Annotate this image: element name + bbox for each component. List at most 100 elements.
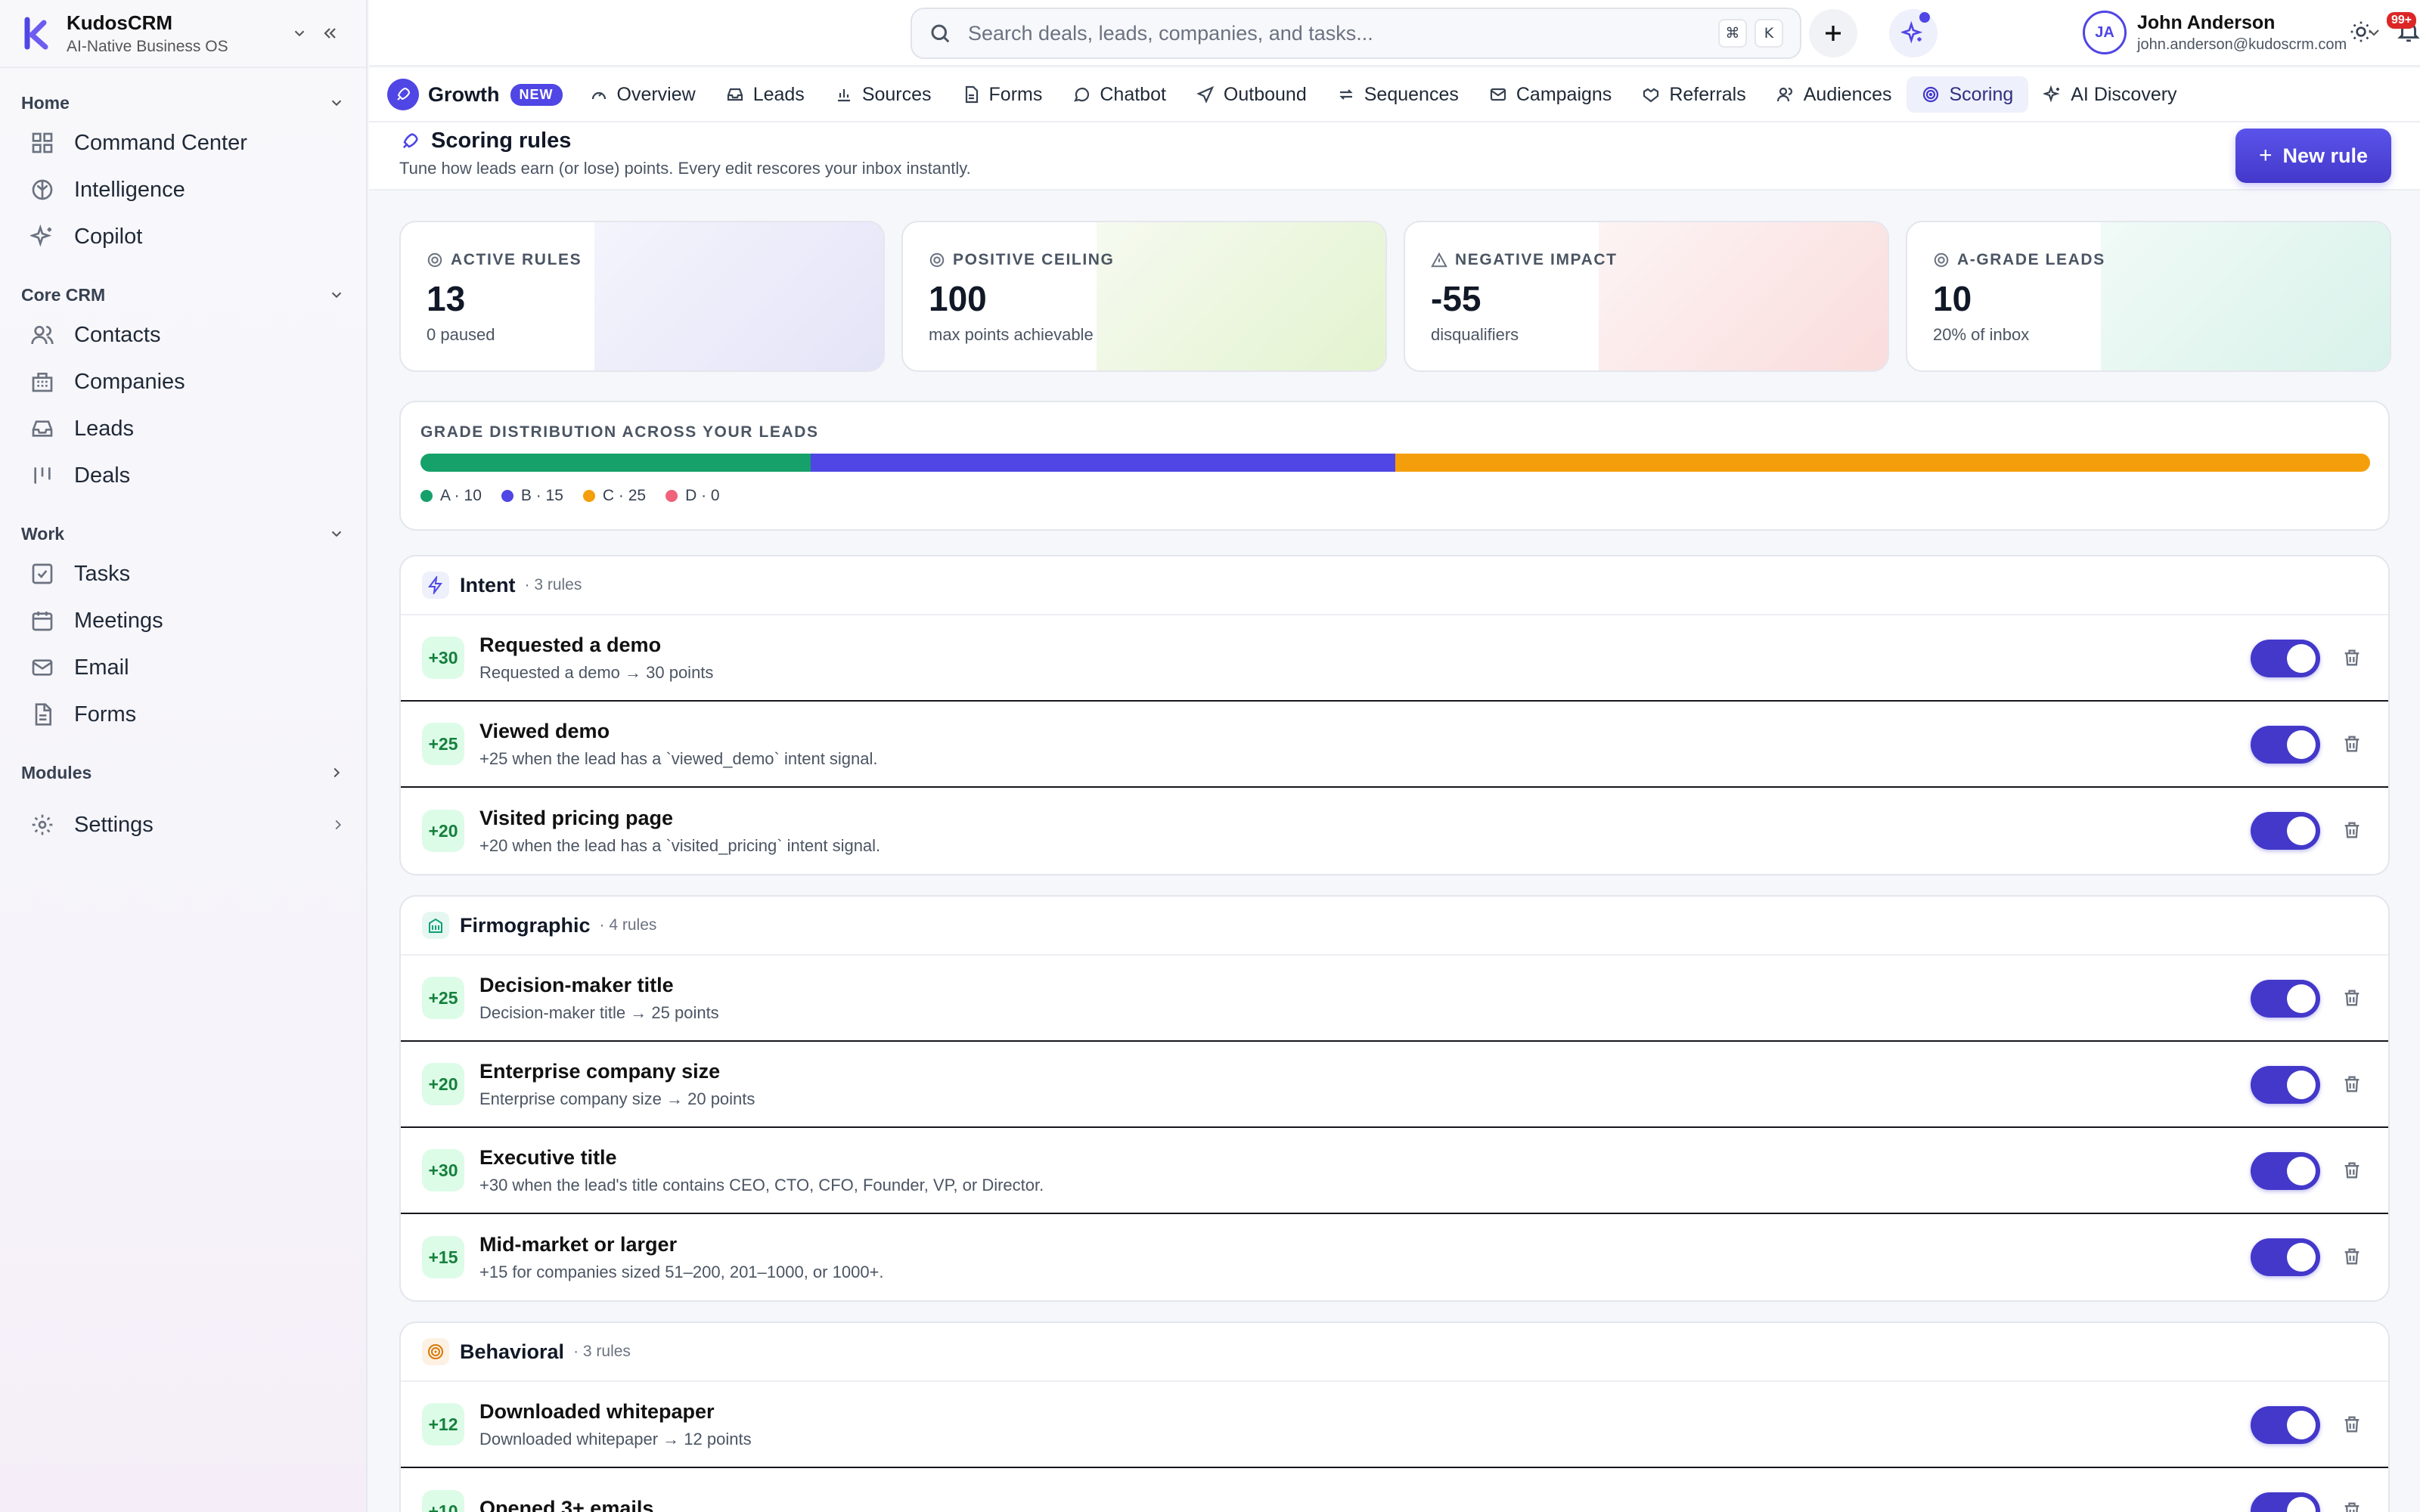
- delete-rule-button[interactable]: [2341, 1246, 2363, 1267]
- sidebar-item-label: Deals: [74, 463, 131, 488]
- nav-section-settings: Settings: [0, 801, 366, 848]
- chevron-down-icon[interactable]: [284, 18, 315, 48]
- rule-enabled-toggle[interactable]: [2251, 812, 2320, 850]
- rule-enabled-toggle[interactable]: [2251, 1066, 2320, 1104]
- nav-section-toggle[interactable]: Home: [0, 86, 366, 119]
- user-email: john.anderson@kudoscrm.com: [2137, 36, 2347, 53]
- tab-outbound[interactable]: Outbound: [1181, 76, 1322, 113]
- tab-ai-discovery[interactable]: AI Discovery: [2028, 76, 2192, 113]
- rocket-icon: [402, 132, 418, 148]
- stat-sub: 0 paused: [427, 325, 495, 344]
- legend-label: A · 10: [440, 487, 482, 504]
- grade-segment-a: [420, 454, 811, 472]
- delete-rule-button[interactable]: [2341, 733, 2363, 754]
- nav-section-toggle[interactable]: Core CRM: [0, 278, 366, 311]
- mail-icon: [32, 659, 53, 676]
- stat-card-negative-impact: NEGATIVE IMPACT -55 disqualifiers: [1404, 221, 1889, 372]
- delete-rule-button[interactable]: [2341, 647, 2363, 668]
- avatar: JA: [2083, 11, 2127, 54]
- search-input[interactable]: Search deals, leads, companies, and task…: [911, 8, 1801, 59]
- tab-chatbot[interactable]: Chatbot: [1057, 76, 1181, 113]
- page-title: Scoring rules: [399, 129, 571, 153]
- nav-section-toggle[interactable]: Modules: [0, 756, 366, 789]
- shortcut-key-cmd: ⌘: [1718, 19, 1747, 48]
- stat-label: POSITIVE CEILING: [953, 251, 1115, 268]
- grade-distribution-title: GRADE DISTRIBUTION ACROSS YOUR LEADS: [420, 423, 819, 441]
- sidebar-item-forms[interactable]: Forms: [0, 691, 366, 738]
- sidebar-item-email[interactable]: Email: [0, 644, 366, 691]
- sidebar-item-companies[interactable]: Companies: [0, 358, 366, 405]
- sidebar-item-command-center[interactable]: Command Center: [0, 119, 366, 166]
- kudos-logo-icon: [21, 17, 51, 50]
- sidebar-item-meetings[interactable]: Meetings: [0, 597, 366, 644]
- target-icon: [1934, 253, 1949, 268]
- sidebar-item-label: Intelligence: [74, 177, 185, 202]
- sidebar-item-settings[interactable]: Settings: [0, 801, 366, 848]
- trash-icon: [2344, 1248, 2360, 1265]
- rule-description: +30 when the lead's title contains CEO, …: [479, 1175, 1044, 1194]
- rule-group-title: Firmographic: [460, 913, 591, 937]
- grade-segment-c: [1395, 454, 2370, 472]
- rule-enabled-toggle[interactable]: [2251, 1238, 2320, 1276]
- target-icon: [427, 253, 442, 268]
- tab-overview[interactable]: Overview: [575, 76, 711, 113]
- lightning-icon: [422, 572, 449, 599]
- delete-rule-button[interactable]: [2341, 1414, 2363, 1435]
- tab-forms[interactable]: Forms: [947, 76, 1058, 113]
- send-icon: [1196, 85, 1215, 104]
- file-text-icon: [965, 85, 978, 104]
- rule-enabled-toggle[interactable]: [2251, 1492, 2320, 1512]
- rule-enabled-toggle[interactable]: [2251, 726, 2320, 764]
- legend-dot: [582, 490, 595, 502]
- brand-header[interactable]: KudosCRM AI-Native Business OS: [0, 0, 366, 68]
- trash-icon: [2344, 649, 2360, 666]
- tab-sequences[interactable]: Sequences: [1322, 76, 1474, 113]
- rule-description: Downloaded whitepaper → 12 points: [479, 1429, 752, 1448]
- tab-audiences[interactable]: Audiences: [1761, 76, 1907, 113]
- calendar-icon: [32, 612, 53, 631]
- gear-icon: [32, 814, 53, 835]
- rule-description: +25 when the lead has a `viewed_demo` in…: [479, 748, 878, 768]
- collapse-sidebar-icon[interactable]: [315, 18, 345, 48]
- target-icon: [422, 1338, 449, 1365]
- tab-label: Campaigns: [1516, 83, 1612, 105]
- rule-enabled-toggle[interactable]: [2251, 1406, 2320, 1444]
- delete-rule-button[interactable]: [2341, 1074, 2363, 1095]
- sidebar-item-copilot[interactable]: Copilot: [0, 213, 366, 260]
- delete-rule-button[interactable]: [2341, 1160, 2363, 1181]
- user-menu[interactable]: JA John Anderson john.anderson@kudoscrm.…: [2083, 11, 2383, 54]
- sidebar-item-label: Forms: [74, 702, 137, 727]
- rule-enabled-toggle[interactable]: [2251, 640, 2320, 677]
- handshake-icon: [1643, 88, 1659, 103]
- tab-leads[interactable]: Leads: [711, 76, 820, 113]
- tab-sources[interactable]: Sources: [820, 76, 947, 113]
- sidebar-item-tasks[interactable]: Tasks: [0, 550, 366, 597]
- points-badge: +30: [422, 637, 464, 679]
- rule-group-behavioral: Behavioral · 3 rules +12 Downloaded whit…: [399, 1321, 2390, 1512]
- tab-referrals[interactable]: Referrals: [1627, 76, 1761, 113]
- growth-module-label[interactable]: Growth NEW: [387, 79, 563, 110]
- file-text-icon: [35, 703, 51, 726]
- rule-row: +20 Enterprise company size Enterprise co…: [401, 1042, 2388, 1128]
- new-rule-label: New rule: [2282, 144, 2369, 167]
- notifications-button[interactable]: 99+: [2387, 12, 2420, 48]
- nav-section-toggle[interactable]: Work: [0, 517, 366, 550]
- tab-scoring[interactable]: Scoring: [1907, 76, 2029, 113]
- sidebar-item-leads[interactable]: Leads: [0, 405, 366, 452]
- delete-rule-button[interactable]: [2341, 987, 2363, 1009]
- delete-rule-button[interactable]: [2341, 1500, 2363, 1512]
- sidebar-item-intelligence[interactable]: Intelligence: [0, 166, 366, 213]
- ai-assistant-button[interactable]: [1889, 9, 1938, 57]
- delete-rule-button[interactable]: [2341, 820, 2363, 841]
- new-rule-button[interactable]: + New rule: [2235, 129, 2391, 183]
- sidebar-item-contacts[interactable]: Contacts: [0, 311, 366, 358]
- rule-enabled-toggle[interactable]: [2251, 1152, 2320, 1190]
- rule-row: +10 Opened 3+ emails: [401, 1468, 2388, 1512]
- inbox-icon: [32, 420, 53, 437]
- quick-add-button[interactable]: [1809, 9, 1857, 57]
- tab-campaigns[interactable]: Campaigns: [1474, 76, 1627, 113]
- stat-value: 10: [1933, 279, 1972, 318]
- sidebar-item-deals[interactable]: Deals: [0, 452, 366, 499]
- rule-enabled-toggle[interactable]: [2251, 980, 2320, 1018]
- rule-row: +30 Executive title +30 when the lead's t…: [401, 1128, 2388, 1214]
